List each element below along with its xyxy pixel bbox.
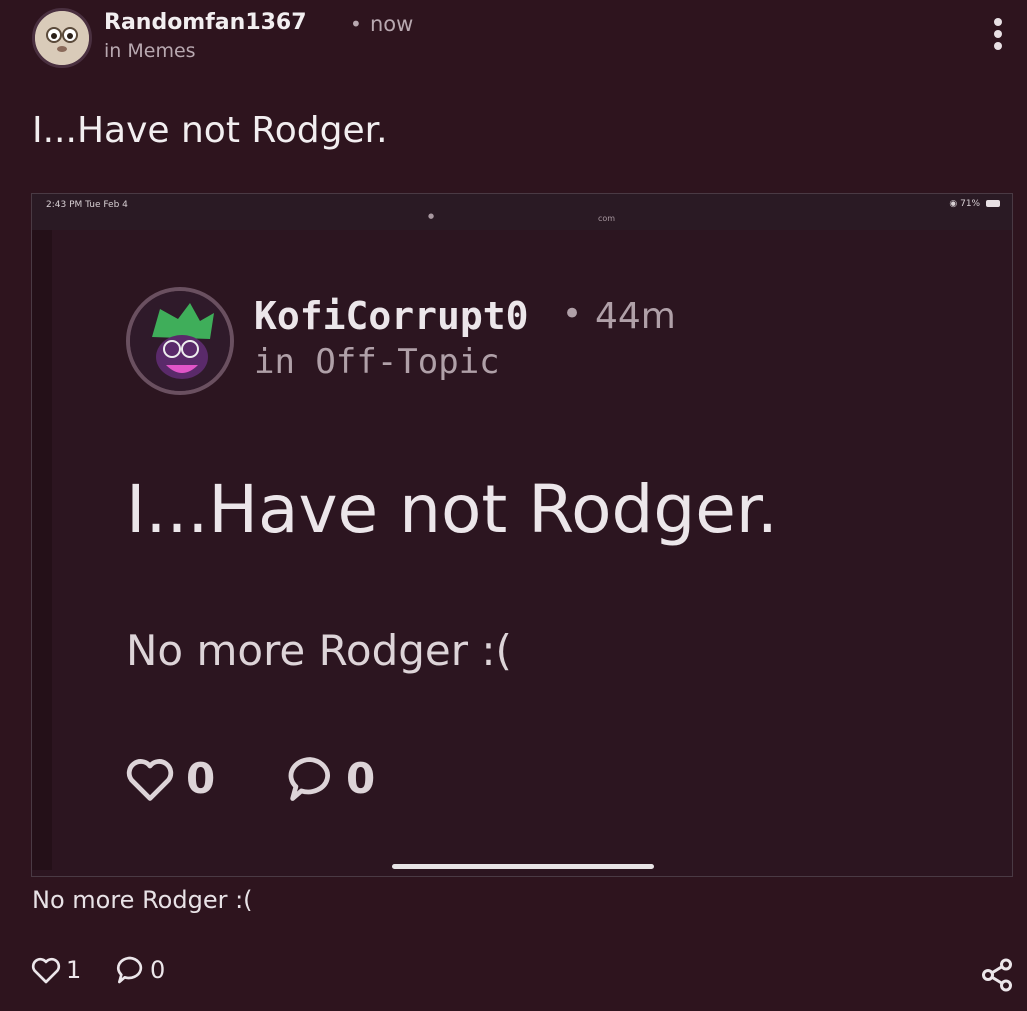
image-heart-icon xyxy=(126,758,174,801)
author-name[interactable]: Randomfan1367 xyxy=(104,10,307,35)
comment-icon[interactable] xyxy=(114,955,146,985)
image-post-title: I...Have not Rodger. xyxy=(126,471,778,548)
like-count: 1 xyxy=(66,956,82,984)
image-url: com xyxy=(598,214,616,223)
image-post-body: No more Rodger :( xyxy=(126,626,512,675)
image-community: in Off-Topic xyxy=(254,342,500,382)
post-title: I...Have not Rodger. xyxy=(32,110,388,151)
comment-button[interactable]: 0 xyxy=(114,955,165,985)
post-time: now xyxy=(370,12,414,36)
image-like-count: 0 xyxy=(186,754,216,803)
heart-icon[interactable] xyxy=(30,955,62,985)
image-author-name: KofiCorrupt0 xyxy=(254,294,529,338)
image-status-bar: 2:43 PM Tue Feb 4 ● com ◉ 71% xyxy=(32,194,1012,230)
avatar[interactable] xyxy=(32,8,92,68)
more-vertical-icon[interactable] xyxy=(991,18,1005,58)
image-comment: 0 xyxy=(284,754,375,803)
share-icon[interactable] xyxy=(979,957,1015,993)
image-like: 0 xyxy=(124,754,215,803)
image-lock-icon: ● xyxy=(428,212,435,220)
image-status-right: ◉ 71% xyxy=(949,199,1000,209)
image-left-edge xyxy=(32,230,52,870)
post-caption: No more Rodger :( xyxy=(32,886,253,914)
separator-dot: • xyxy=(350,12,362,36)
image-battery-icon xyxy=(986,200,1000,207)
image-home-indicator xyxy=(392,864,654,869)
post-image[interactable]: 2:43 PM Tue Feb 4 ● com ◉ 71% KofiCorrup… xyxy=(31,193,1013,877)
image-post-time: 44m xyxy=(595,296,676,337)
post-header: Randomfan1367 • now in Memes xyxy=(32,8,1027,68)
image-wifi-icon: ◉ xyxy=(949,199,958,209)
image-battery-percent: 71% xyxy=(960,199,981,209)
image-separator-dot: • xyxy=(562,294,583,334)
comment-count: 0 xyxy=(150,956,166,984)
community-link[interactable]: in Memes xyxy=(104,40,196,62)
like-button[interactable]: 1 xyxy=(30,955,81,985)
image-comment-count: 0 xyxy=(346,754,376,803)
image-avatar xyxy=(126,287,234,395)
post-page: Randomfan1367 • now in Memes I...Have no… xyxy=(0,0,1027,1011)
image-comment-icon xyxy=(288,756,330,801)
image-status-time: 2:43 PM Tue Feb 4 xyxy=(46,200,128,210)
share-button[interactable] xyxy=(979,957,1015,993)
